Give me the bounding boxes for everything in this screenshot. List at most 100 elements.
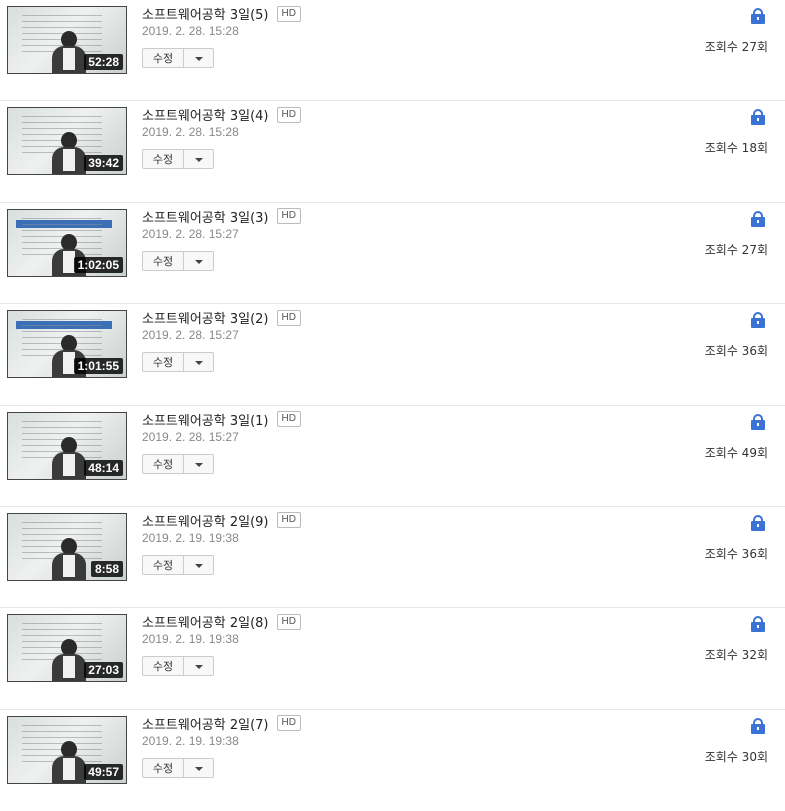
video-row: 27:03 소프트웨어공학 2일(8) HD 2019. 2. 19. 19:3… <box>0 608 785 710</box>
video-title[interactable]: 소프트웨어공학 3일(2) <box>142 308 269 327</box>
lock-icon[interactable] <box>751 312 765 329</box>
video-row: 1:01:55 소프트웨어공학 3일(2) HD 2019. 2. 28. 15… <box>0 304 785 406</box>
edit-button[interactable]: 수정 <box>142 554 184 575</box>
title-line: 소프트웨어공학 3일(1) HD <box>142 410 301 429</box>
upload-date: 2019. 2. 28. 15:27 <box>142 226 239 241</box>
hd-badge: HD <box>276 208 301 225</box>
video-title[interactable]: 소프트웨어공학 2일(9) <box>142 511 269 530</box>
edit-button[interactable]: 수정 <box>142 453 184 474</box>
video-thumbnail[interactable]: 52:28 <box>7 6 127 74</box>
duration-badge: 1:02:05 <box>73 256 123 273</box>
lock-icon[interactable] <box>751 514 765 531</box>
lecturer-figure <box>52 435 86 479</box>
title-line: 소프트웨어공학 2일(7) HD <box>142 714 301 733</box>
edit-menu-dropdown-button[interactable] <box>184 352 214 373</box>
edit-menu-dropdown-button[interactable] <box>184 757 214 778</box>
edit-button[interactable]: 수정 <box>142 757 184 778</box>
video-thumbnail[interactable]: 1:01:55 <box>7 310 127 379</box>
view-count: 조회수 49회 <box>704 445 768 460</box>
view-count: 조회수 18회 <box>704 141 768 156</box>
video-title[interactable]: 소프트웨어공학 3일(5) <box>142 4 269 23</box>
hd-badge: HD <box>276 613 301 630</box>
title-line: 소프트웨어공학 3일(4) HD <box>142 105 301 124</box>
edit-button[interactable]: 수정 <box>142 149 184 170</box>
title-line: 소프트웨어공학 2일(9) HD <box>142 511 301 530</box>
lock-icon[interactable] <box>751 210 765 227</box>
upload-date: 2019. 2. 28. 15:27 <box>142 429 239 444</box>
edit-button[interactable]: 수정 <box>142 656 184 677</box>
hd-badge: HD <box>276 411 301 428</box>
edit-button-group: 수정 <box>142 554 214 575</box>
video-thumbnail[interactable]: 48:14 <box>7 411 127 480</box>
edit-menu-dropdown-button[interactable] <box>184 48 214 68</box>
title-line: 소프트웨어공학 2일(8) HD <box>142 612 301 631</box>
lock-icon[interactable] <box>751 413 765 430</box>
edit-button-group: 수정 <box>142 149 214 170</box>
upload-date: 2019. 2. 19. 19:38 <box>142 530 239 545</box>
hd-badge: HD <box>276 106 301 123</box>
duration-badge: 39:42 <box>84 155 123 172</box>
edit-button-group: 수정 <box>142 48 214 68</box>
video-thumbnail[interactable]: 1:02:05 <box>7 208 127 277</box>
lecturer-figure <box>52 739 86 783</box>
edit-button[interactable]: 수정 <box>142 352 184 373</box>
lecturer-figure <box>52 637 86 682</box>
edit-button[interactable]: 수정 <box>142 250 184 271</box>
edit-button-group: 수정 <box>142 453 214 474</box>
hd-badge: HD <box>276 5 301 22</box>
upload-date: 2019. 2. 28. 15:28 <box>142 24 239 38</box>
video-title[interactable]: 소프트웨어공학 3일(1) <box>142 410 269 429</box>
lock-icon[interactable] <box>751 8 765 24</box>
video-row: 8:58 소프트웨어공학 2일(9) HD 2019. 2. 19. 19:38… <box>0 507 785 609</box>
video-row: 49:57 소프트웨어공학 2일(7) HD 2019. 2. 19. 19:3… <box>0 710 785 811</box>
view-count: 조회수 36회 <box>704 546 768 561</box>
lock-icon[interactable] <box>751 109 765 126</box>
title-line: 소프트웨어공학 3일(2) HD <box>142 308 301 327</box>
video-row: 39:42 소프트웨어공학 3일(4) HD 2019. 2. 28. 15:2… <box>0 101 785 203</box>
lecturer-figure <box>52 29 86 73</box>
video-row: 1:02:05 소프트웨어공학 3일(3) HD 2019. 2. 28. 15… <box>0 203 785 305</box>
video-thumbnail[interactable]: 39:42 <box>7 107 127 176</box>
duration-badge: 27:03 <box>84 662 123 679</box>
duration-badge: 1:01:55 <box>73 358 123 375</box>
lock-icon[interactable] <box>751 616 765 633</box>
view-count: 조회수 27회 <box>704 40 768 54</box>
video-title[interactable]: 소프트웨어공학 3일(4) <box>142 105 269 124</box>
edit-button-group: 수정 <box>142 250 214 271</box>
video-title[interactable]: 소프트웨어공학 2일(8) <box>142 612 269 631</box>
lock-icon[interactable] <box>751 717 765 734</box>
edit-menu-dropdown-button[interactable] <box>184 250 214 271</box>
video-thumbnail[interactable]: 27:03 <box>7 614 127 683</box>
title-line: 소프트웨어공학 3일(5) HD <box>142 4 301 23</box>
edit-button[interactable]: 수정 <box>142 48 184 68</box>
lecturer-figure <box>52 130 86 175</box>
view-count: 조회수 30회 <box>704 749 768 764</box>
duration-badge: 8:58 <box>90 560 123 577</box>
duration-badge: 49:57 <box>84 763 123 780</box>
video-title[interactable]: 소프트웨어공학 3일(3) <box>142 207 269 226</box>
video-row: 48:14 소프트웨어공학 3일(1) HD 2019. 2. 28. 15:2… <box>0 406 785 507</box>
hd-badge: HD <box>276 309 301 326</box>
upload-date: 2019. 2. 19. 19:38 <box>142 632 239 647</box>
video-list: 52:28 소프트웨어공학 3일(5) HD 2019. 2. 28. 15:2… <box>0 0 785 811</box>
video-thumbnail[interactable]: 49:57 <box>7 715 127 784</box>
duration-badge: 48:14 <box>84 459 123 476</box>
edit-menu-dropdown-button[interactable] <box>184 656 214 677</box>
edit-button-group: 수정 <box>142 757 214 778</box>
lecturer-figure <box>52 536 86 580</box>
video-title[interactable]: 소프트웨어공학 2일(7) <box>142 714 269 733</box>
edit-menu-dropdown-button[interactable] <box>184 453 214 474</box>
view-count: 조회수 32회 <box>704 648 768 663</box>
view-count: 조회수 36회 <box>704 344 768 359</box>
duration-badge: 52:28 <box>84 54 123 70</box>
video-row: 52:28 소프트웨어공학 3일(5) HD 2019. 2. 28. 15:2… <box>0 0 785 102</box>
edit-menu-dropdown-button[interactable] <box>184 554 214 575</box>
upload-date: 2019. 2. 28. 15:28 <box>142 125 239 140</box>
hd-badge: HD <box>276 715 301 732</box>
edit-button-group: 수정 <box>142 352 214 373</box>
video-thumbnail[interactable]: 8:58 <box>7 512 127 581</box>
edit-button-group: 수정 <box>142 656 214 677</box>
edit-menu-dropdown-button[interactable] <box>184 149 214 170</box>
upload-date: 2019. 2. 28. 15:27 <box>142 328 239 343</box>
view-count: 조회수 27회 <box>704 242 768 257</box>
